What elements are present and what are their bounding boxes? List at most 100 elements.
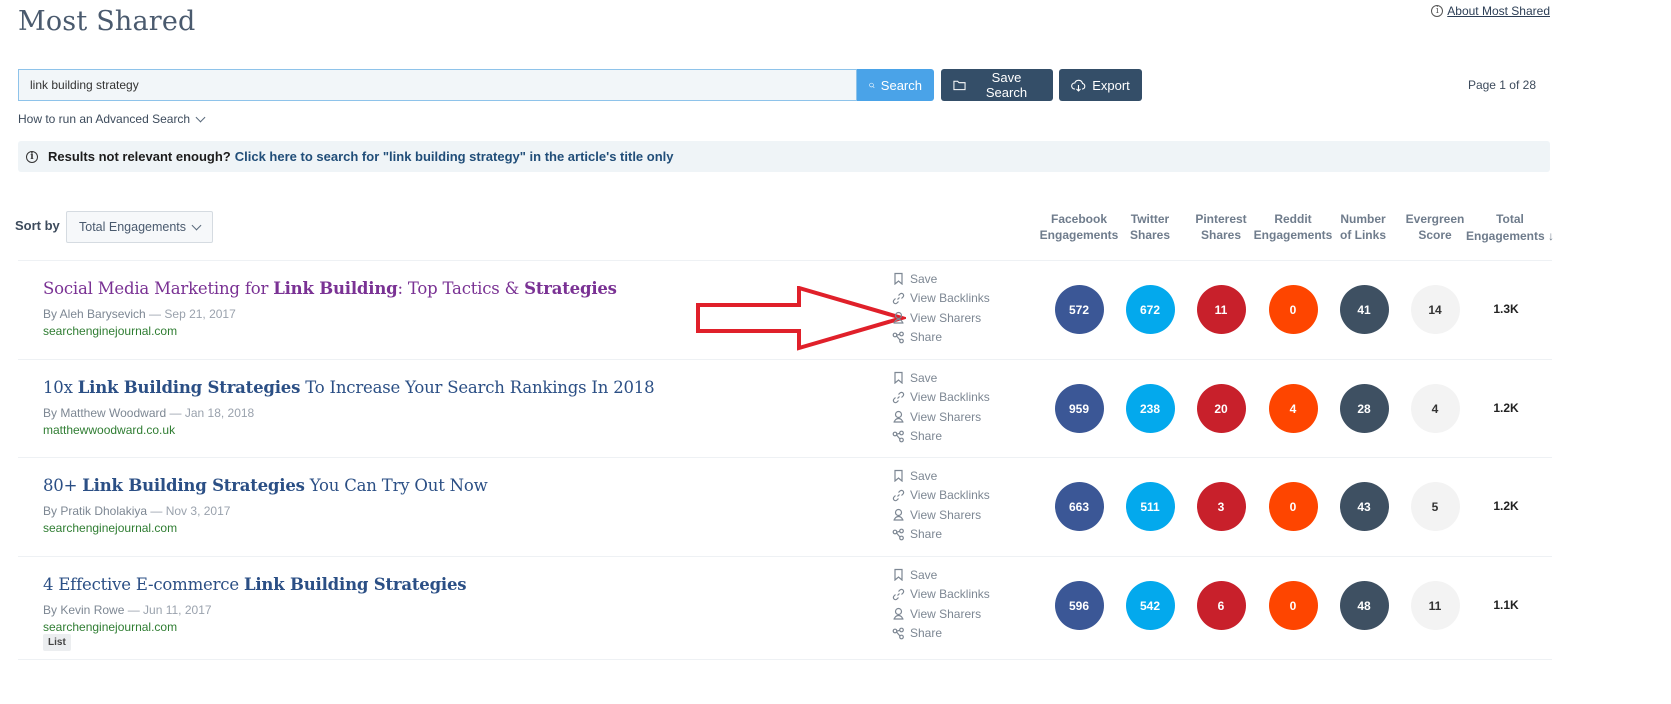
article-author[interactable]: By Kevin Rowe [43, 603, 124, 617]
twitter-count-bubble[interactable]: 238 [1125, 384, 1175, 433]
action-label: View Sharers [910, 606, 982, 621]
info-icon: i [1431, 5, 1444, 17]
info-icon: i [26, 150, 38, 163]
title-only-search-link[interactable]: Click here to search for "link building … [235, 149, 674, 164]
search-input[interactable] [18, 69, 857, 101]
links-count-bubble[interactable]: 28 [1339, 384, 1389, 433]
reddit-count-bubble[interactable]: 0 [1268, 581, 1318, 630]
pinterest-count-bubble[interactable]: 3 [1196, 482, 1246, 531]
link-icon [892, 292, 905, 305]
action-label: Save [910, 370, 938, 385]
share-action[interactable]: Share [892, 427, 990, 447]
article-domain-link[interactable]: matthewwoodward.co.uk [43, 423, 175, 437]
export-button[interactable]: Export [1059, 69, 1142, 101]
action-label: View Backlinks [910, 390, 990, 405]
save-action[interactable]: Save [892, 368, 990, 388]
pinterest-count-bubble[interactable]: 20 [1196, 384, 1246, 433]
result-row: 10x Link Building Strategies To Increase… [18, 359, 1552, 457]
article-domain-link[interactable]: searchenginejournal.com [43, 324, 177, 338]
view-sharers-action[interactable]: View Sharers [892, 604, 990, 624]
notice-question: Results not relevant enough? [48, 149, 231, 164]
article-title-link[interactable]: Social Media Marketing for Link Building… [43, 279, 617, 298]
article-actions: Save View Backlinks View Sharers Share [892, 466, 990, 544]
cloud-download-icon [1071, 79, 1086, 92]
share-action[interactable]: Share [892, 624, 990, 644]
article-title-link[interactable]: 80+ Link Building Strategies You Can Try… [43, 476, 488, 495]
chevron-down-icon [195, 112, 206, 122]
action-label: View Sharers [910, 409, 982, 424]
relevance-notice: i Results not relevant enough? Click her… [18, 141, 1550, 172]
twitter-count-bubble[interactable]: 672 [1125, 285, 1175, 334]
view-sharers-action[interactable]: View Sharers [892, 308, 990, 328]
result-row: 4 Effective E-commerce Link Building Str… [18, 556, 1552, 660]
view-backlinks-action[interactable]: View Backlinks [892, 289, 990, 309]
reddit-count-bubble[interactable]: 0 [1268, 482, 1318, 531]
view-backlinks-action[interactable]: View Backlinks [892, 585, 990, 605]
action-label: View Backlinks [910, 291, 990, 306]
article-actions: Save View Backlinks View Sharers Share [892, 368, 990, 446]
advanced-search-link[interactable]: How to run an Advanced Search [18, 112, 206, 126]
sort-dropdown[interactable]: Total Engagements [66, 211, 213, 243]
article-domain-link[interactable]: searchenginejournal.com [43, 620, 177, 634]
evergreen-count-bubble[interactable]: 14 [1410, 285, 1460, 334]
reddit-count-bubble[interactable]: 0 [1268, 285, 1318, 334]
result-row: 80+ Link Building Strategies You Can Try… [18, 457, 1552, 556]
total-engagements-value: 1.1K [1493, 598, 1519, 612]
pinterest-count-bubble[interactable]: 11 [1196, 285, 1246, 334]
article-domain-link[interactable]: searchenginejournal.com [43, 521, 177, 535]
sort-selected-value: Total Engagements [79, 220, 187, 234]
facebook-count-bubble[interactable]: 959 [1054, 384, 1104, 433]
reddit-count-bubble[interactable]: 4 [1268, 384, 1318, 433]
facebook-count-bubble[interactable]: 663 [1054, 482, 1104, 531]
save-action[interactable]: Save [892, 466, 990, 486]
share-action[interactable]: Share [892, 328, 990, 348]
article-author[interactable]: By Matthew Woodward [43, 406, 166, 420]
twitter-count-bubble[interactable]: 511 [1125, 482, 1175, 531]
search-button-label: Search [880, 77, 922, 93]
export-label: Export [1092, 77, 1130, 93]
view-backlinks-action[interactable]: View Backlinks [892, 486, 990, 506]
title-text: Social Media Marketing for [43, 279, 274, 298]
search-button[interactable]: Search [857, 69, 934, 101]
title-keyword-highlight: Link Building Strategies [243, 575, 467, 594]
about-most-shared-link[interactable]: i About Most Shared [1431, 4, 1550, 18]
link-icon [892, 588, 905, 601]
share-icon [892, 430, 905, 443]
evergreen-count-bubble[interactable]: 5 [1410, 482, 1460, 531]
links-count-bubble[interactable]: 43 [1339, 482, 1389, 531]
evergreen-count-bubble[interactable]: 4 [1410, 384, 1460, 433]
annotation-arrow [696, 286, 906, 351]
action-label: View Backlinks [910, 488, 990, 503]
facebook-count-bubble[interactable]: 572 [1054, 285, 1104, 334]
links-count-bubble[interactable]: 48 [1339, 581, 1389, 630]
content-type-tag: List [43, 634, 71, 651]
action-label: View Sharers [910, 507, 982, 522]
view-backlinks-action[interactable]: View Backlinks [892, 388, 990, 408]
title-keyword-highlight: Link Building Strategies [77, 378, 301, 397]
save-action[interactable]: Save [892, 269, 990, 289]
save-search-button[interactable]: Save Search [941, 69, 1053, 101]
article-title-link[interactable]: 10x Link Building Strategies To Increase… [43, 378, 655, 397]
article-author[interactable]: By Pratik Dholakiya [43, 504, 147, 518]
share-action[interactable]: Share [892, 525, 990, 545]
column-header-total[interactable]: Total Engagements ↓ [1460, 211, 1560, 245]
evergreen-count-bubble[interactable]: 11 [1410, 581, 1460, 630]
user-icon [892, 311, 905, 324]
article-byline: By Matthew Woodward — Jan 18, 2018 [43, 406, 254, 420]
facebook-count-bubble[interactable]: 596 [1054, 581, 1104, 630]
article-author[interactable]: By Aleh Barysevich [43, 307, 146, 321]
view-sharers-action[interactable]: View Sharers [892, 505, 990, 525]
title-text: : Top Tactics & [397, 279, 525, 298]
article-actions: Save View Backlinks View Sharers Share [892, 269, 990, 347]
bookmark-icon [892, 568, 905, 582]
bookmark-icon [892, 371, 905, 385]
save-action[interactable]: Save [892, 565, 990, 585]
search-bar: Search Save Search Export [18, 69, 1142, 101]
link-icon [892, 489, 905, 502]
twitter-count-bubble[interactable]: 542 [1125, 581, 1175, 630]
view-sharers-action[interactable]: View Sharers [892, 407, 990, 427]
pinterest-count-bubble[interactable]: 6 [1196, 581, 1246, 630]
action-label: Share [910, 626, 943, 641]
links-count-bubble[interactable]: 41 [1339, 285, 1389, 334]
article-title-link[interactable]: 4 Effective E-commerce Link Building Str… [43, 575, 467, 594]
